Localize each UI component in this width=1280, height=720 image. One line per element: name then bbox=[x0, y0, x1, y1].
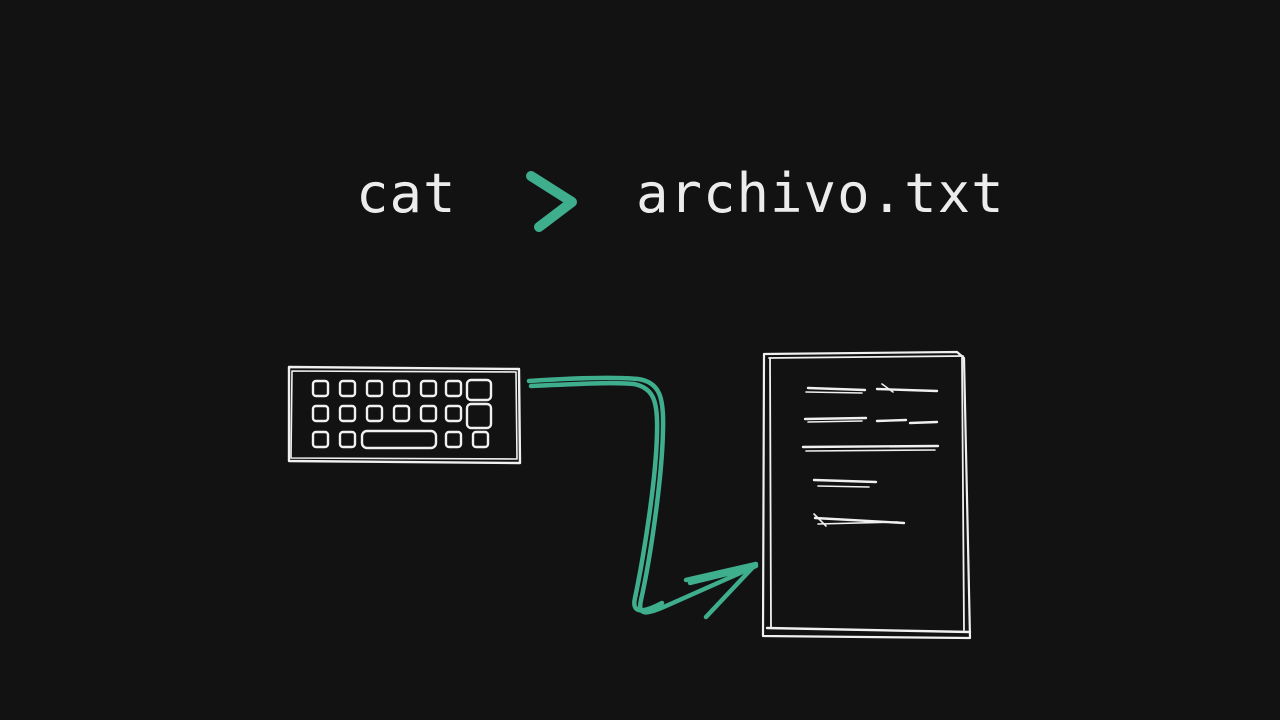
redirect-chevron-icon bbox=[526, 171, 577, 232]
text-file-icon bbox=[761, 350, 972, 640]
sketch-layer bbox=[287, 171, 972, 640]
flow-arrow-icon bbox=[526, 375, 759, 620]
keyboard-icon bbox=[287, 365, 522, 465]
diagram-canvas: cat archivo.txt bbox=[0, 0, 1280, 720]
